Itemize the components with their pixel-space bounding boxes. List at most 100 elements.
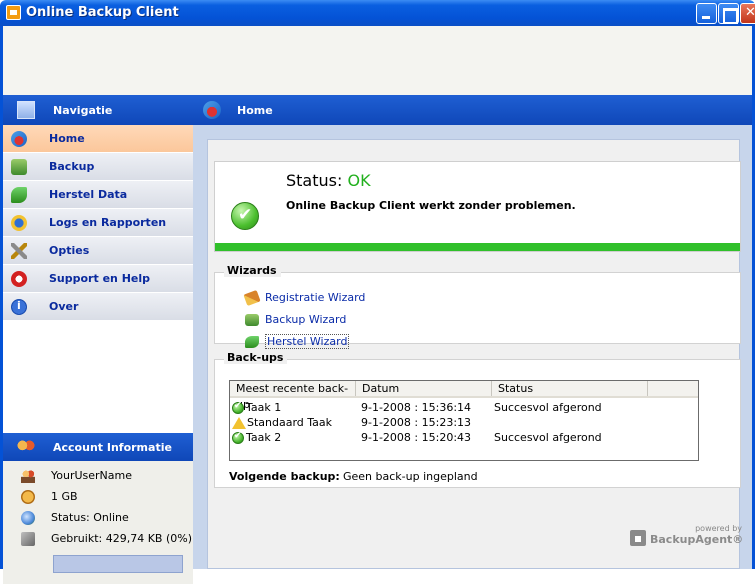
task-date: 9-1-2008 : 15:20:43	[361, 431, 472, 444]
usage-progress-bar	[53, 555, 183, 573]
column-header[interactable]: Meest recente back-up	[230, 381, 356, 411]
sidebar-item-label: Backup	[49, 160, 95, 173]
ok-check-icon	[231, 202, 259, 230]
next-backup: Volgende backup: Geen back-up ingepland	[229, 470, 478, 483]
task-name: Taak 2	[246, 431, 282, 444]
table-row[interactable]: Standaard Taak 9-1-2008 : 15:23:13	[230, 415, 698, 430]
globe-icon	[21, 510, 35, 525]
maximize-button[interactable]	[718, 3, 739, 24]
ok-icon	[232, 401, 244, 414]
backups-group: Back-ups Meest recente back-up Datum Sta…	[214, 351, 741, 488]
task-name: Standaard Taak	[247, 416, 333, 429]
wizards-title: Wizards	[224, 264, 281, 277]
status-text: Status: Online	[51, 511, 129, 524]
sidebar-item-label: Over	[49, 300, 79, 313]
table-row[interactable]: Taak 2 9-1-2008 : 15:20:43 Succesvol afg…	[230, 430, 698, 445]
sidebar-item-home[interactable]: Home	[3, 125, 193, 153]
next-backup-label: Volgende backup:	[229, 470, 340, 483]
next-backup-value: Geen back-up ingepland	[343, 470, 478, 483]
backups-table: Meest recente back-up Datum Status Taak …	[229, 380, 699, 461]
pencil-icon	[243, 289, 261, 306]
navigation-header-label: Navigatie	[53, 103, 113, 117]
user-icon	[21, 468, 35, 483]
username-text: YourUserName	[51, 469, 133, 482]
status-box: Status: OK Online Backup Client werkt zo…	[214, 161, 741, 252]
support-icon	[11, 270, 27, 287]
sidebar-item-restore[interactable]: Herstel Data	[3, 181, 193, 209]
disk-icon	[21, 489, 35, 504]
sidebar-item-label: Opties	[49, 244, 90, 257]
window-title: Online Backup Client	[26, 5, 179, 20]
page-title: Home	[237, 103, 273, 117]
home-icon	[203, 101, 221, 119]
info-icon	[11, 298, 27, 315]
column-header[interactable]: Datum	[356, 381, 492, 396]
close-button[interactable]	[740, 3, 755, 24]
restore-wizard-link[interactable]: Herstel Wizard	[245, 334, 350, 349]
account-quota: 1 GB	[3, 486, 193, 507]
navigation-header: Navigatie	[3, 95, 193, 125]
status-label: Status: OK	[286, 171, 371, 190]
app-icon	[6, 5, 21, 20]
warning-icon	[232, 416, 246, 429]
sidebar-spacer	[3, 321, 193, 433]
backup-icon	[11, 158, 27, 175]
account-header-label: Account Informatie	[53, 440, 172, 454]
account-info: YourUserName 1 GB Status: Online Gebruik…	[3, 461, 193, 584]
account-header: Account Informatie	[3, 433, 193, 461]
backups-title: Back-ups	[224, 351, 288, 364]
restore-icon	[11, 186, 27, 203]
name-cell: Taak 1	[230, 401, 356, 414]
backup-wizard-link[interactable]: Backup Wizard	[245, 313, 346, 326]
wizard-link-label: Registratie Wizard	[265, 291, 366, 304]
computer-icon	[17, 101, 35, 119]
sidebar-item-backup[interactable]: Backup	[3, 153, 193, 181]
account-status: Status: Online	[3, 507, 193, 528]
backup-icon	[245, 313, 259, 326]
used-text: Gebruikt: 429,74 KB (0%)	[51, 532, 192, 545]
minimize-button[interactable]	[696, 3, 717, 24]
column-header[interactable]: Status	[492, 381, 648, 396]
storage-icon	[21, 531, 35, 546]
sidebar-item-label: Support en Help	[49, 272, 151, 285]
table-header: Meest recente back-up Datum Status	[230, 381, 698, 411]
ok-icon	[232, 431, 244, 444]
task-date: 9-1-2008 : 15:23:13	[361, 416, 472, 429]
account-username: YourUserName	[3, 465, 193, 486]
main-content: Status: OK Online Backup Client werkt zo…	[193, 125, 752, 569]
task-status: Succesvol afgerond	[494, 431, 602, 444]
task-date: 9-1-2008 : 15:36:14	[361, 401, 472, 414]
task-status: Succesvol afgerond	[494, 401, 602, 414]
restore-icon	[245, 335, 259, 348]
column-header-empty	[648, 381, 698, 396]
status-label-text: Status:	[286, 171, 343, 190]
brand-name: BackupAgent®	[650, 533, 744, 546]
status-value: OK	[347, 171, 371, 190]
sidebar-item-support[interactable]: Support en Help	[3, 265, 193, 293]
navigation-list: Home Backup Herstel Data Logs en Rapport…	[3, 125, 193, 321]
sidebar-item-label: Logs en Rapporten	[49, 216, 167, 229]
table-row[interactable]: Taak 1 9-1-2008 : 15:36:14 Succesvol afg…	[230, 400, 698, 415]
sidebar-item-logs[interactable]: Logs en Rapporten	[3, 209, 193, 237]
registration-wizard-link[interactable]: Registratie Wizard	[243, 289, 366, 306]
task-name: Taak 1	[246, 401, 282, 414]
status-message: Online Backup Client werkt zonder proble…	[286, 199, 576, 212]
name-cell: Standaard Taak	[230, 416, 356, 429]
main-header: Home	[193, 95, 752, 125]
sidebar-item-label: Home	[49, 132, 85, 145]
powered-by-logo: powered by BackupAgent®	[630, 524, 744, 552]
options-icon	[11, 242, 27, 259]
quota-text: 1 GB	[51, 490, 78, 503]
wizards-group: Wizards Registratie Wizard Backup Wizard…	[214, 264, 741, 349]
sidebar-item-label: Herstel Data	[49, 188, 128, 201]
lock-icon	[630, 530, 646, 546]
users-icon	[17, 439, 35, 455]
account-used: Gebruikt: 429,74 KB (0%)	[3, 528, 193, 549]
sidebar-item-about[interactable]: Over	[3, 293, 193, 321]
logs-icon	[11, 214, 27, 231]
powered-by-text: powered by	[695, 524, 742, 533]
home-icon	[11, 130, 27, 147]
status-indicator-bar	[215, 243, 740, 251]
wizard-link-label: Backup Wizard	[265, 313, 347, 326]
sidebar-item-options[interactable]: Opties	[3, 237, 193, 265]
